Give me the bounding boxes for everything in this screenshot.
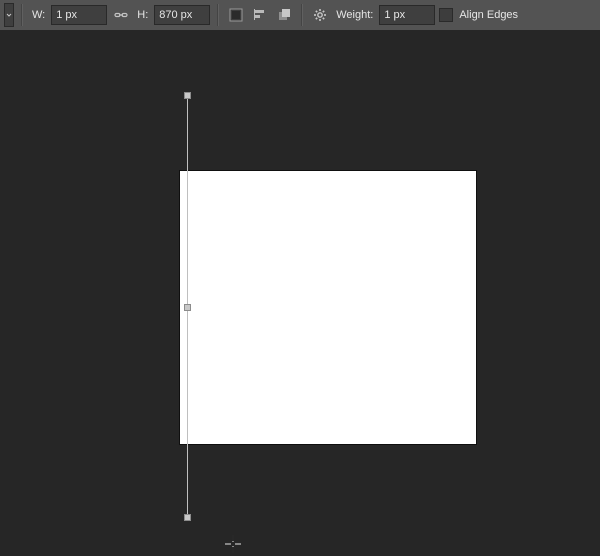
height-label: H:	[135, 9, 150, 21]
crosshair-cursor	[224, 535, 242, 556]
fill-swatch-icon[interactable]	[226, 5, 246, 25]
width-label: W:	[30, 9, 47, 21]
align-edges-checkbox[interactable]	[439, 8, 453, 22]
link-icon[interactable]	[111, 5, 131, 25]
transform-handle-bottom[interactable]	[184, 514, 191, 521]
transform-handle-top[interactable]	[184, 92, 191, 99]
align-edges-label[interactable]: Align Edges	[457, 9, 520, 21]
separator	[217, 4, 219, 26]
gear-icon[interactable]	[310, 5, 330, 25]
width-input[interactable]: 1 px	[51, 5, 107, 25]
path-align-icon[interactable]	[250, 5, 270, 25]
options-bar: W: 1 px H: 870 px	[0, 0, 600, 31]
weight-input[interactable]: 1 px	[379, 5, 435, 25]
path-arrange-icon[interactable]	[274, 5, 294, 25]
separator	[21, 4, 23, 26]
weight-label: Weight:	[334, 9, 375, 21]
separator	[301, 4, 303, 26]
line-shape[interactable]	[187, 95, 188, 518]
artboard[interactable]	[180, 171, 476, 444]
height-input[interactable]: 870 px	[154, 5, 210, 25]
dropdown-edge[interactable]	[4, 3, 14, 27]
transform-handle-middle[interactable]	[184, 304, 191, 311]
canvas-area[interactable]	[0, 30, 600, 547]
